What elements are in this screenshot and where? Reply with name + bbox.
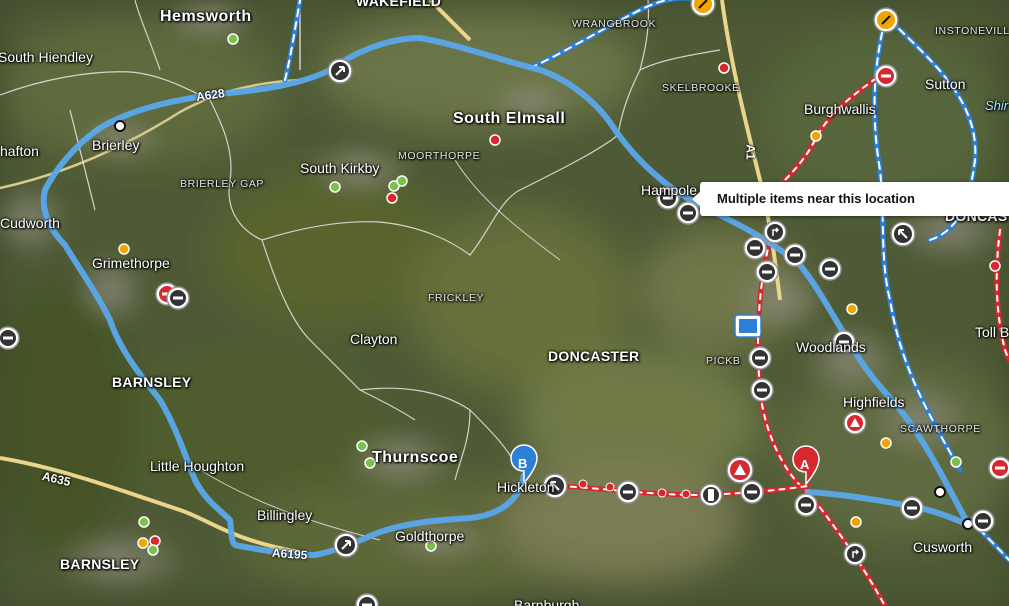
no-entry-icon [874,64,898,88]
parking-icon [734,314,762,338]
place-hemsworth: Hemsworth [160,8,252,25]
place-sutton: Sutton [925,76,966,92]
place-barnsley: BARNSLEY [60,556,140,572]
no-entry-icon [900,496,924,520]
place-south-kirkby: South Kirkby [300,160,380,176]
place-brierley-gap: BRIERLEY GAP [180,178,265,190]
warning-icon [873,7,899,33]
no-entry-icon [166,286,190,310]
warning-icon [843,411,867,435]
place-thurnscoe: Thurnscoe [372,449,459,466]
no-entry-icon [755,260,779,284]
marker-a-label: A [800,457,810,472]
place-highfields: Highfields [843,394,905,410]
warning-icon [726,456,754,484]
no-entry-icon [748,346,772,370]
no-entry-icon [616,480,640,504]
no-entry-icon [743,236,767,260]
place-moorthorpe: MOORTHORPE [398,150,481,162]
place-wakefield: WAKEFIELD [356,0,442,9]
place-wrangbrook: WRANGBROOK [572,18,657,30]
no-entry-icon [750,378,774,402]
place-brierley: Brierley [92,137,140,153]
no-entry-icon [740,480,764,504]
place-cusworth: Cusworth [913,539,973,555]
map-canvas[interactable] [0,0,1009,606]
no-entry-icon [971,509,995,533]
map-view[interactable]: A B A635 A628 A6195 A1 Hemsworth WAKEFIE… [0,0,1009,606]
no-entry-icon [818,257,842,281]
road-label-a1: A1 [743,144,758,160]
place-barnsley-district: BARNSLEY [112,374,192,390]
place-hickleton: Hickleton [497,479,555,495]
no-entry-icon [0,326,20,350]
traffic-light-icon [699,483,723,507]
roadworks-icon [763,220,787,244]
place-burghwallis: Burghwallis [804,101,876,117]
map-tooltip: Multiple items near this location [692,182,1009,216]
place-hampole: Hampole [641,182,698,198]
no-entry-icon [988,456,1009,480]
place-pickburn: PICKB [706,355,741,367]
place-south-elmsall: South Elmsall [453,110,566,127]
place-billingley: Billingley [257,507,313,523]
place-doncaster: DONCASTER [548,348,640,364]
place-skelbrooke: SKELBROOKE [662,82,740,94]
place-south-hiendley: South Hiendley [0,49,93,65]
place-shirl: Shir [985,98,1009,113]
place-cudworth: Cudworth [0,215,60,231]
place-grimethorpe: Grimethorpe [92,255,170,271]
place-clayton: Clayton [350,331,398,347]
place-barnburgh: Barnburgh [514,597,580,606]
marker-b-label: B [518,456,528,471]
place-goldthorpe: Goldthorpe [395,528,465,544]
road-label-a6195: A6195 [271,545,308,563]
no-entry-icon [794,493,818,517]
diversion-arrow-icon [327,58,353,84]
place-instoneville: INSTONEVILL [935,25,1009,37]
place-toll-bar: Toll B [975,324,1009,340]
roadworks-icon [843,542,867,566]
diversion-arrow-icon [890,221,916,247]
diversion-arrow-icon [333,532,359,558]
place-woodlands: Woodlands [796,339,866,355]
place-little-houghton: Little Houghton [150,458,245,474]
no-entry-icon [783,243,807,267]
place-shafton: hafton [0,143,39,159]
place-scawthorpe: SCAWTHORPE [900,423,981,435]
place-frickley: FRICKLEY [428,292,485,304]
